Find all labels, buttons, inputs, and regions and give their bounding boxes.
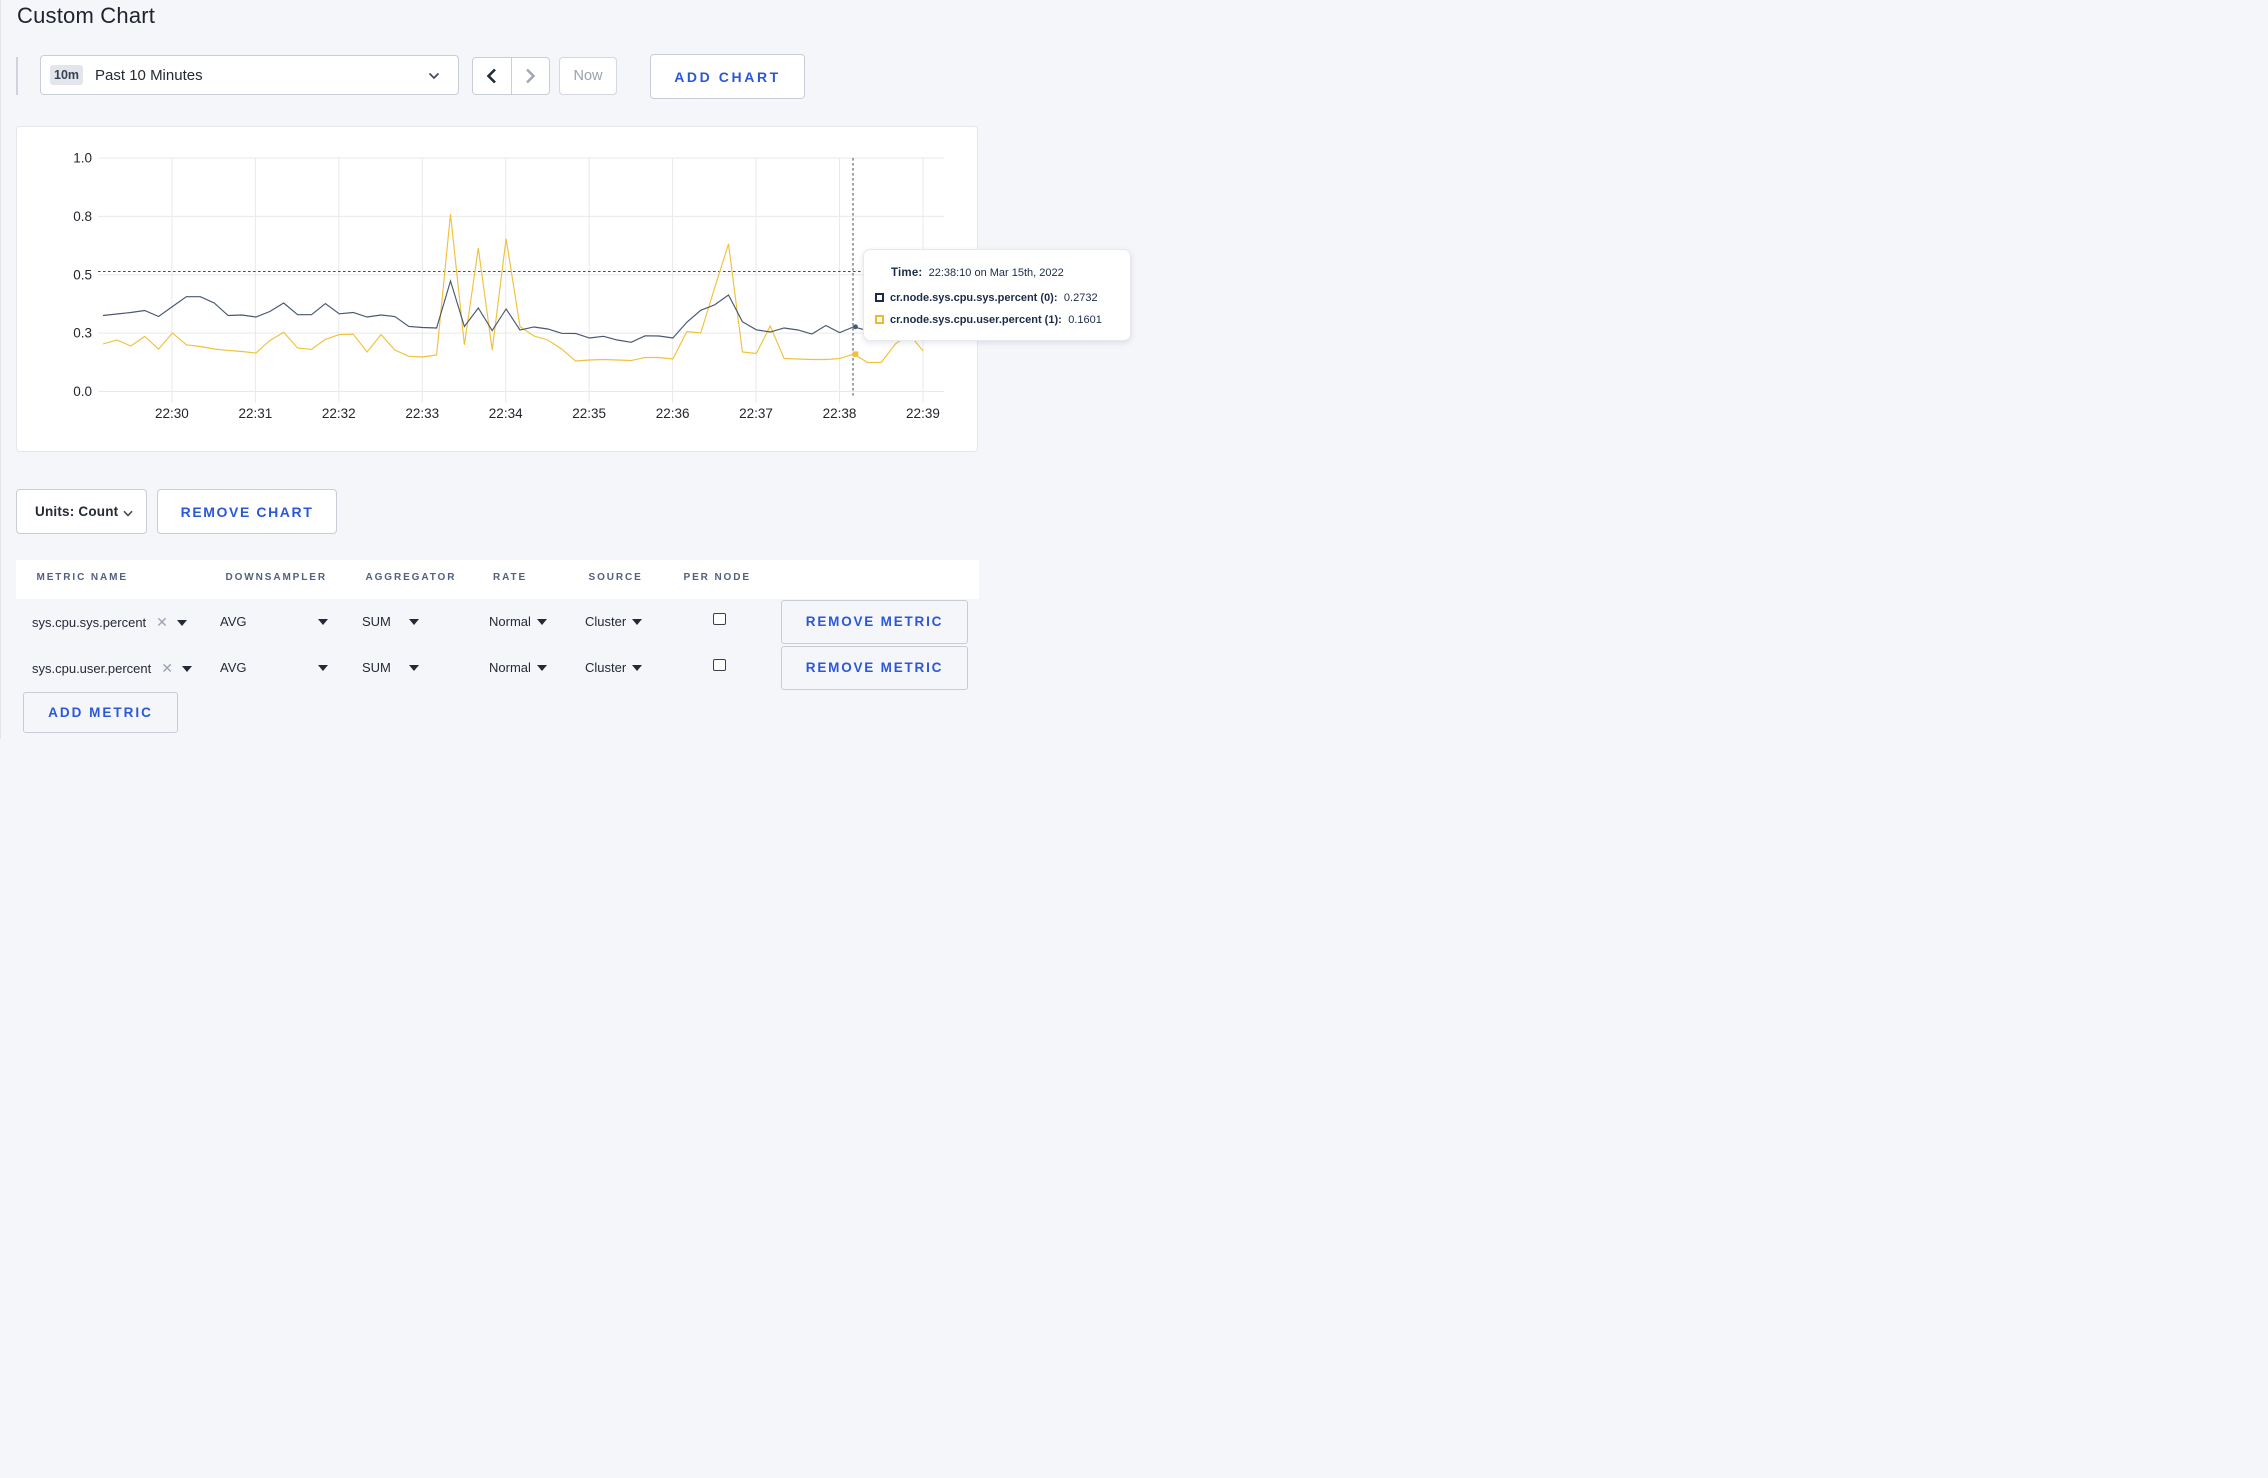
svg-text:0.8: 0.8 [73,209,92,224]
svg-text:22:35: 22:35 [572,406,606,421]
svg-text:22:33: 22:33 [405,406,439,421]
svg-text:22:37: 22:37 [739,406,773,421]
svg-text:22:36: 22:36 [656,406,690,421]
svg-text:22:34: 22:34 [489,406,523,421]
svg-text:0.3: 0.3 [73,326,92,341]
svg-text:22:31: 22:31 [238,406,272,421]
svg-text:22:32: 22:32 [322,406,356,421]
svg-text:22:38: 22:38 [823,406,857,421]
svg-text:22:39: 22:39 [906,406,940,421]
svg-text:0.5: 0.5 [73,267,92,282]
svg-text:22:30: 22:30 [155,406,189,421]
svg-text:1.0: 1.0 [73,151,92,166]
svg-text:0.0: 0.0 [73,384,92,399]
